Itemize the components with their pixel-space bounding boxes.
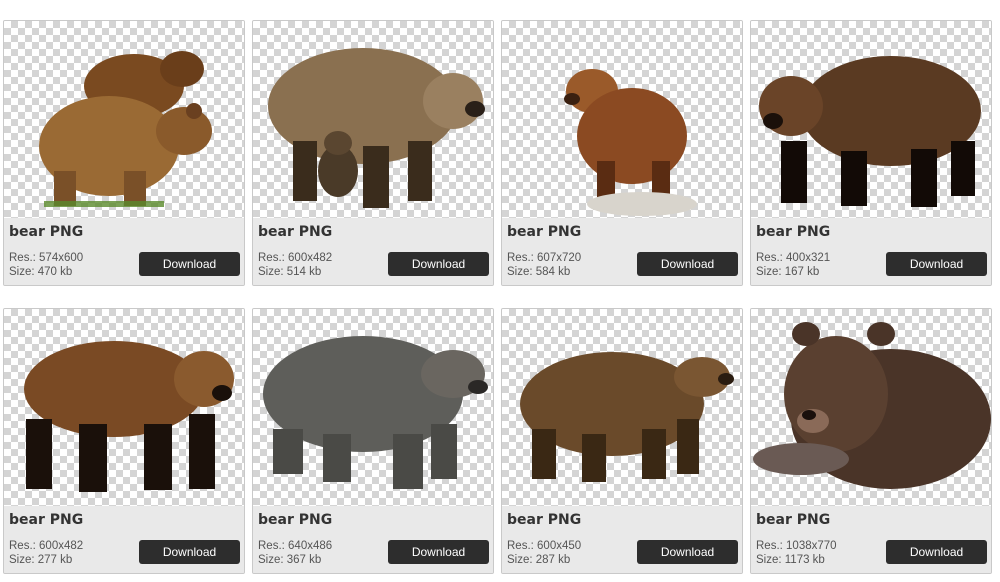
bear-thumbnail[interactable]: [751, 309, 991, 506]
card-title[interactable]: bear PNG: [258, 224, 332, 240]
image-card[interactable]: bear PNG Res.: 600x482 Size: 514 kb Down…: [252, 20, 494, 286]
resolution-text: Res.: 607x720: [507, 252, 582, 264]
download-button[interactable]: Download: [139, 252, 240, 276]
bear-thumbnail[interactable]: [502, 21, 742, 218]
brown-bear-on-rock-image: [564, 69, 697, 216]
bear-thumbnail[interactable]: [4, 21, 244, 218]
image-grid: bear PNG Res.: 574x600 Size: 470 kb Down…: [0, 0, 1000, 582]
bear-thumbnail[interactable]: [4, 309, 244, 506]
card-info: bear PNG Res.: 640x486 Size: 367 kb Down…: [253, 506, 493, 573]
bear-thumbnail[interactable]: [253, 21, 493, 218]
card-title[interactable]: bear PNG: [9, 512, 83, 528]
bear-lying-down-image: [753, 322, 991, 489]
resolution-text: Res.: 600x450: [507, 540, 582, 552]
card-title[interactable]: bear PNG: [258, 512, 332, 528]
card-title[interactable]: bear PNG: [507, 512, 581, 528]
card-info: bear PNG Res.: 600x450 Size: 287 kb Down…: [502, 506, 742, 573]
image-card[interactable]: bear PNG Res.: 1038x770 Size: 1173 kb Do…: [750, 308, 992, 574]
card-info: bear PNG Res.: 600x482 Size: 514 kb Down…: [253, 218, 493, 285]
download-button[interactable]: Download: [388, 540, 489, 564]
file-size-text: Size: 167 kb: [756, 266, 820, 278]
file-size-text: Size: 277 kb: [9, 554, 73, 566]
bear-thumbnail[interactable]: [502, 309, 742, 506]
bear-thumbnail[interactable]: [751, 21, 991, 218]
resolution-text: Res.: 600x482: [258, 252, 333, 264]
image-card[interactable]: bear PNG Res.: 607x720 Size: 584 kb Down…: [501, 20, 743, 286]
download-button[interactable]: Download: [886, 252, 987, 276]
download-button[interactable]: Download: [388, 252, 489, 276]
resolution-text: Res.: 640x486: [258, 540, 333, 552]
file-size-text: Size: 584 kb: [507, 266, 571, 278]
card-title[interactable]: bear PNG: [9, 224, 83, 240]
card-info: bear PNG Res.: 400x321 Size: 167 kb Down…: [751, 218, 991, 285]
image-card[interactable]: bear PNG Res.: 640x486 Size: 367 kb Down…: [252, 308, 494, 574]
download-button[interactable]: Download: [637, 540, 738, 564]
file-size-text: Size: 287 kb: [507, 554, 571, 566]
download-button[interactable]: Download: [637, 252, 738, 276]
card-info: bear PNG Res.: 1038x770 Size: 1173 kb Do…: [751, 506, 991, 573]
dark-brown-bear-walking-image: [759, 56, 981, 207]
two-brown-bears-image: [39, 51, 212, 207]
download-button[interactable]: Download: [886, 540, 987, 564]
resolution-text: Res.: 574x600: [9, 252, 84, 264]
file-size-text: Size: 1173 kb: [756, 554, 825, 566]
grizzly-with-cub-image: [268, 48, 485, 208]
card-title[interactable]: bear PNG: [756, 224, 830, 240]
brown-bear-profile-image: [520, 352, 734, 482]
card-info: bear PNG Res.: 574x600 Size: 470 kb Down…: [4, 218, 244, 285]
brown-bear-walking-image: [24, 341, 234, 492]
card-info: bear PNG Res.: 607x720 Size: 584 kb Down…: [502, 218, 742, 285]
image-card[interactable]: bear PNG Res.: 574x600 Size: 470 kb Down…: [3, 20, 245, 286]
file-size-text: Size: 514 kb: [258, 266, 322, 278]
image-card[interactable]: bear PNG Res.: 600x450 Size: 287 kb Down…: [501, 308, 743, 574]
file-size-text: Size: 470 kb: [9, 266, 73, 278]
download-button[interactable]: Download: [139, 540, 240, 564]
image-card[interactable]: bear PNG Res.: 400x321 Size: 167 kb Down…: [750, 20, 992, 286]
image-card[interactable]: bear PNG Res.: 600x482 Size: 277 kb Down…: [3, 308, 245, 574]
file-size-text: Size: 367 kb: [258, 554, 322, 566]
bear-thumbnail[interactable]: [253, 309, 493, 506]
card-title[interactable]: bear PNG: [756, 512, 830, 528]
resolution-text: Res.: 600x482: [9, 540, 84, 552]
grey-grizzly-bear-image: [263, 336, 488, 489]
card-title[interactable]: bear PNG: [507, 224, 581, 240]
card-info: bear PNG Res.: 600x482 Size: 277 kb Down…: [4, 506, 244, 573]
resolution-text: Res.: 400x321: [756, 252, 831, 264]
resolution-text: Res.: 1038x770: [756, 540, 837, 552]
